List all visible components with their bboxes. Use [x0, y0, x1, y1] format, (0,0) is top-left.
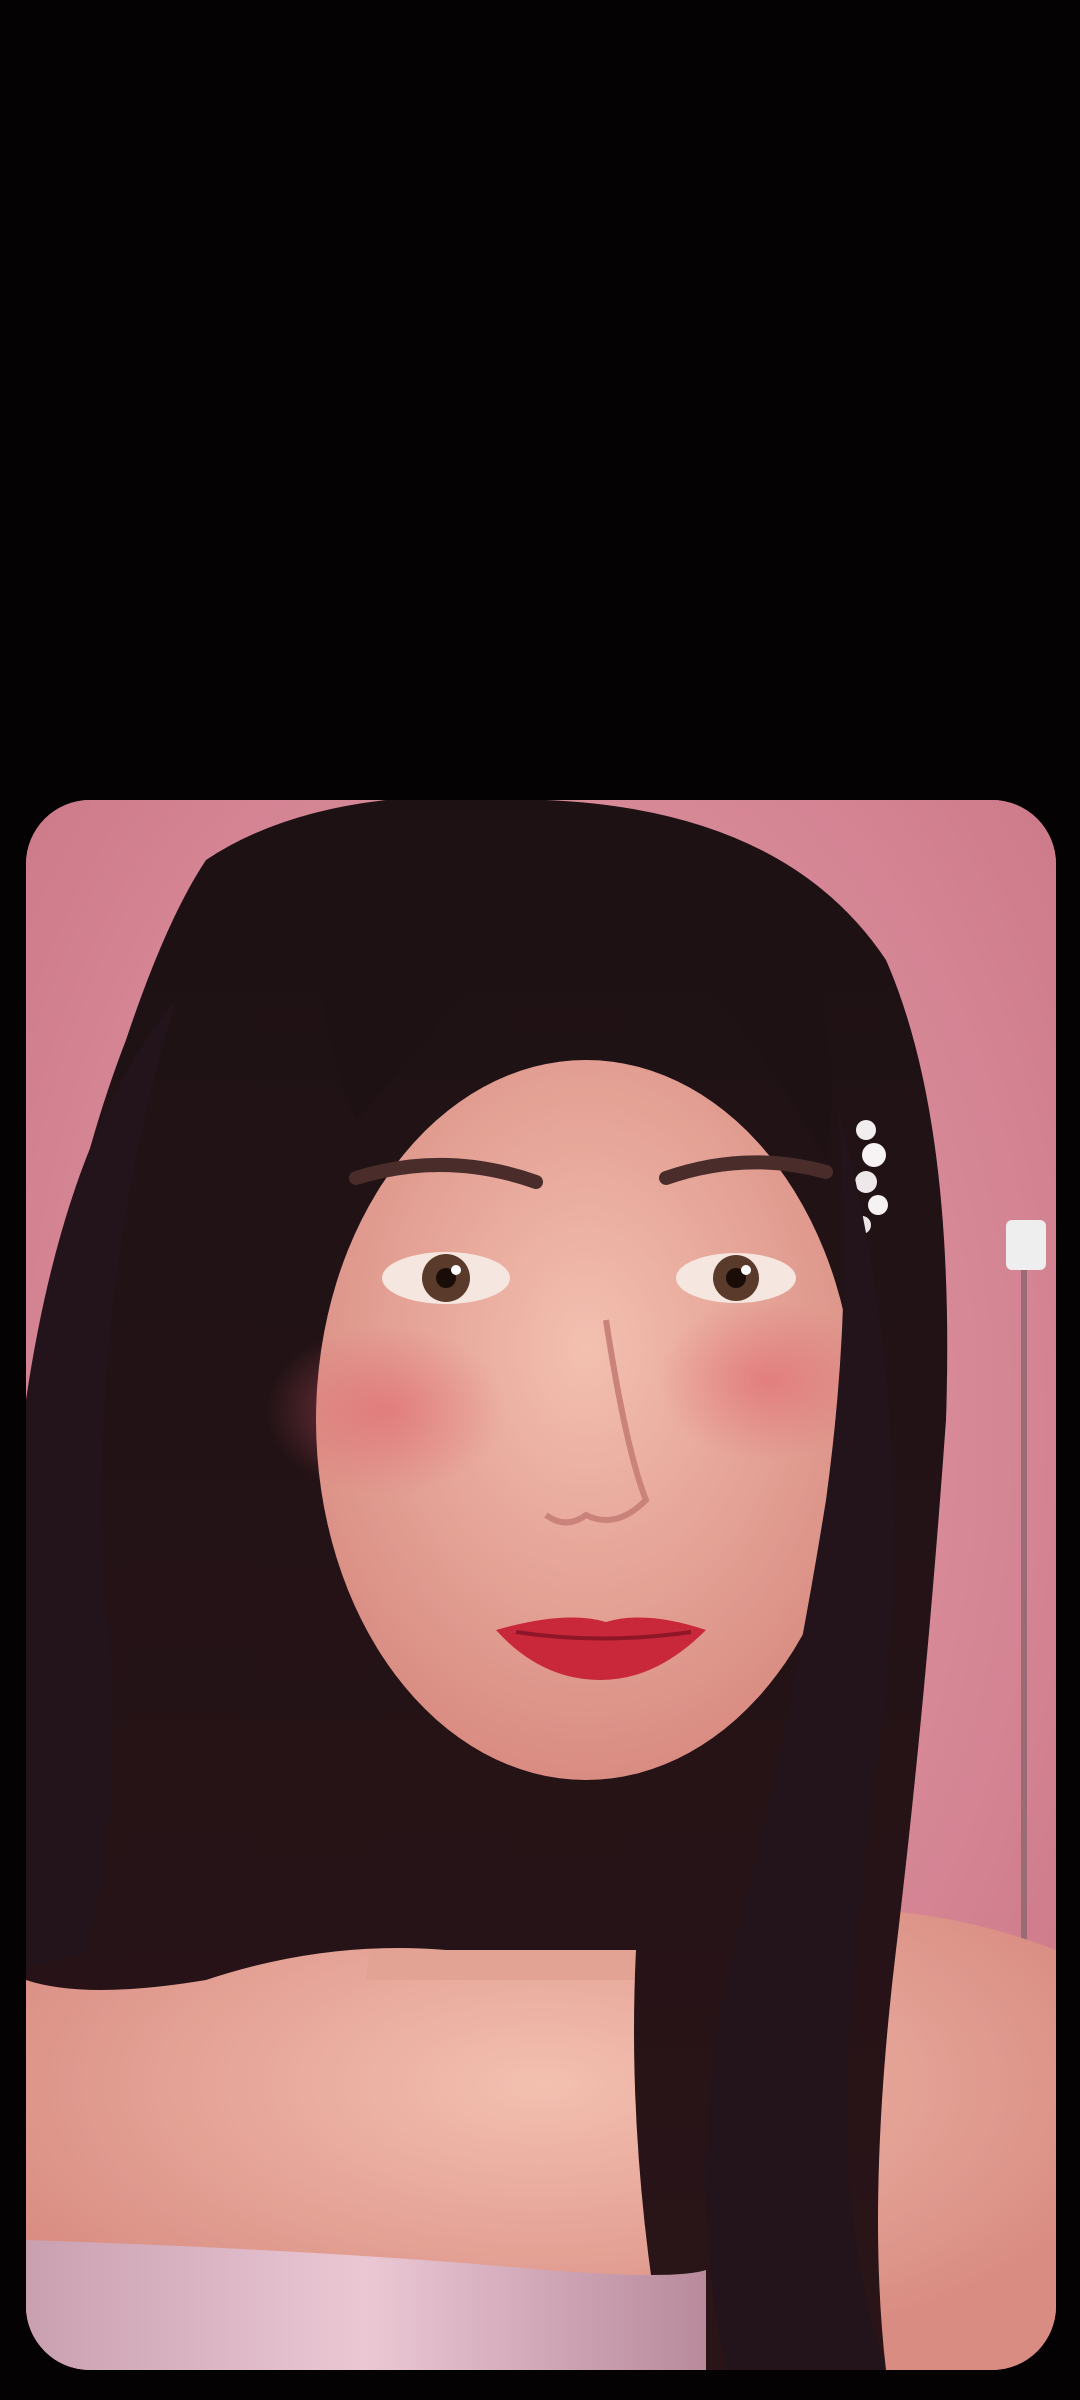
left-eye: [382, 1252, 510, 1304]
portrait-image: [26, 800, 1056, 2370]
photo-preview[interactable]: [26, 800, 1056, 2370]
left-cheek-blush: [266, 1325, 506, 1495]
empty-top-area: [0, 0, 1080, 800]
right-eye: [676, 1253, 796, 1303]
